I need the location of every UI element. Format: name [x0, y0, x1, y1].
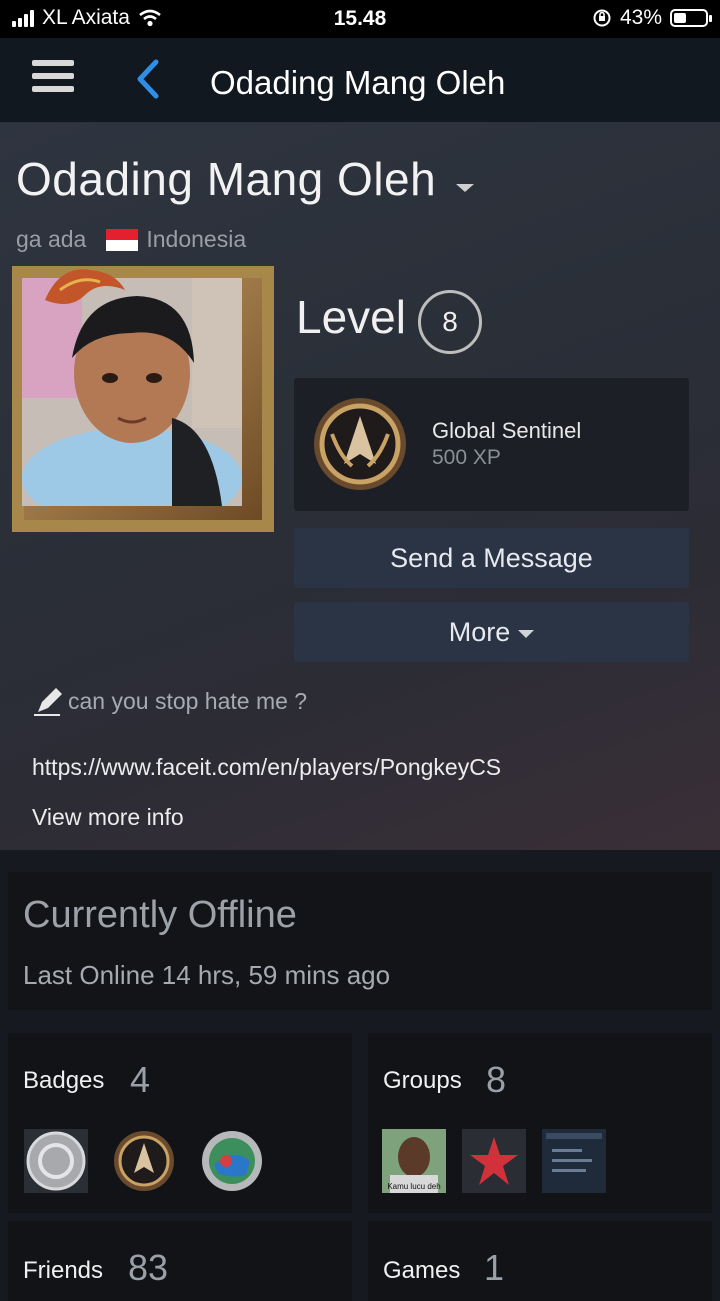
- top-nav: Odading Mang Oleh: [0, 38, 720, 123]
- badges-card[interactable]: Badges 4: [8, 1033, 352, 1213]
- avatar[interactable]: [0, 260, 282, 538]
- level-badge: 8: [418, 290, 482, 354]
- game-badge-icon: [202, 1131, 262, 1191]
- games-card[interactable]: Games 1: [368, 1221, 712, 1301]
- badge-title: Global Sentinel: [432, 418, 582, 443]
- global-sentinel-badge-icon: [314, 398, 406, 490]
- online-state: Currently Offline: [23, 894, 297, 936]
- last-online: Last Online 14 hrs, 59 mins ago: [23, 960, 391, 990]
- real-name: ga ada: [16, 226, 87, 252]
- send-message-button[interactable]: Send a Message: [294, 528, 689, 588]
- badges-label: Badges: [23, 1067, 105, 1094]
- view-more-info-link[interactable]: View more info: [32, 804, 184, 831]
- groups-label: Groups: [383, 1067, 462, 1094]
- groups-card[interactable]: Groups 8 Kamu lucu deh: [368, 1033, 712, 1213]
- groups-count: 8: [486, 1059, 507, 1100]
- level-label: Level: [296, 291, 406, 343]
- profile-link[interactable]: https://www.faceit.com/en/players/Pongke…: [32, 754, 501, 781]
- games-label: Games: [383, 1257, 461, 1284]
- featured-badge[interactable]: Global Sentinel 500 XP: [294, 378, 689, 511]
- status-right: 43%: [592, 6, 712, 30]
- battery-icon: [670, 9, 712, 27]
- coin-badge-icon: [24, 1129, 88, 1193]
- summary-text: can you stop hate me ?: [68, 687, 308, 714]
- dragon-ornament-icon: [45, 269, 125, 304]
- country-label: Indonesia: [146, 226, 247, 252]
- battery-percent: 43%: [619, 6, 662, 29]
- badge-xp: 500 XP: [432, 446, 501, 469]
- chevron-down-icon: [518, 629, 535, 638]
- back-icon[interactable]: [132, 58, 164, 100]
- profile-subline: ga ada Indonesia: [16, 226, 246, 253]
- more-button[interactable]: More: [294, 602, 689, 662]
- menu-icon[interactable]: [32, 60, 74, 98]
- global-sentinel-badge-icon: [114, 1131, 174, 1191]
- pen-icon: [34, 688, 62, 716]
- badges-count: 4: [130, 1059, 151, 1100]
- more-label: More: [448, 617, 511, 647]
- group-thumb-caption: Kamu lucu deh: [387, 1182, 440, 1191]
- online-status-panel: Currently Offline Last Online 14 hrs, 59…: [8, 872, 712, 1010]
- profile-summary: can you stop hate me ?: [32, 684, 307, 718]
- games-count: 1: [484, 1247, 505, 1288]
- status-bar: XL Axiata 15.48 43%: [0, 0, 720, 38]
- flag-icon: [106, 228, 139, 251]
- friends-count: 83: [128, 1247, 169, 1288]
- profile-name[interactable]: Odading Mang Oleh: [16, 152, 436, 206]
- group-avatar-2: [462, 1129, 526, 1193]
- nav-title: Odading Mang Oleh: [210, 64, 506, 101]
- friends-label: Friends: [23, 1257, 104, 1284]
- group-avatar-1: Kamu lucu deh: [382, 1129, 446, 1193]
- group-avatar-3: [542, 1129, 606, 1193]
- send-message-label: Send a Message: [390, 543, 593, 573]
- chevron-down-icon[interactable]: [456, 184, 474, 192]
- friends-card[interactable]: Friends 83: [8, 1221, 352, 1301]
- rotation-lock-icon: [593, 9, 611, 27]
